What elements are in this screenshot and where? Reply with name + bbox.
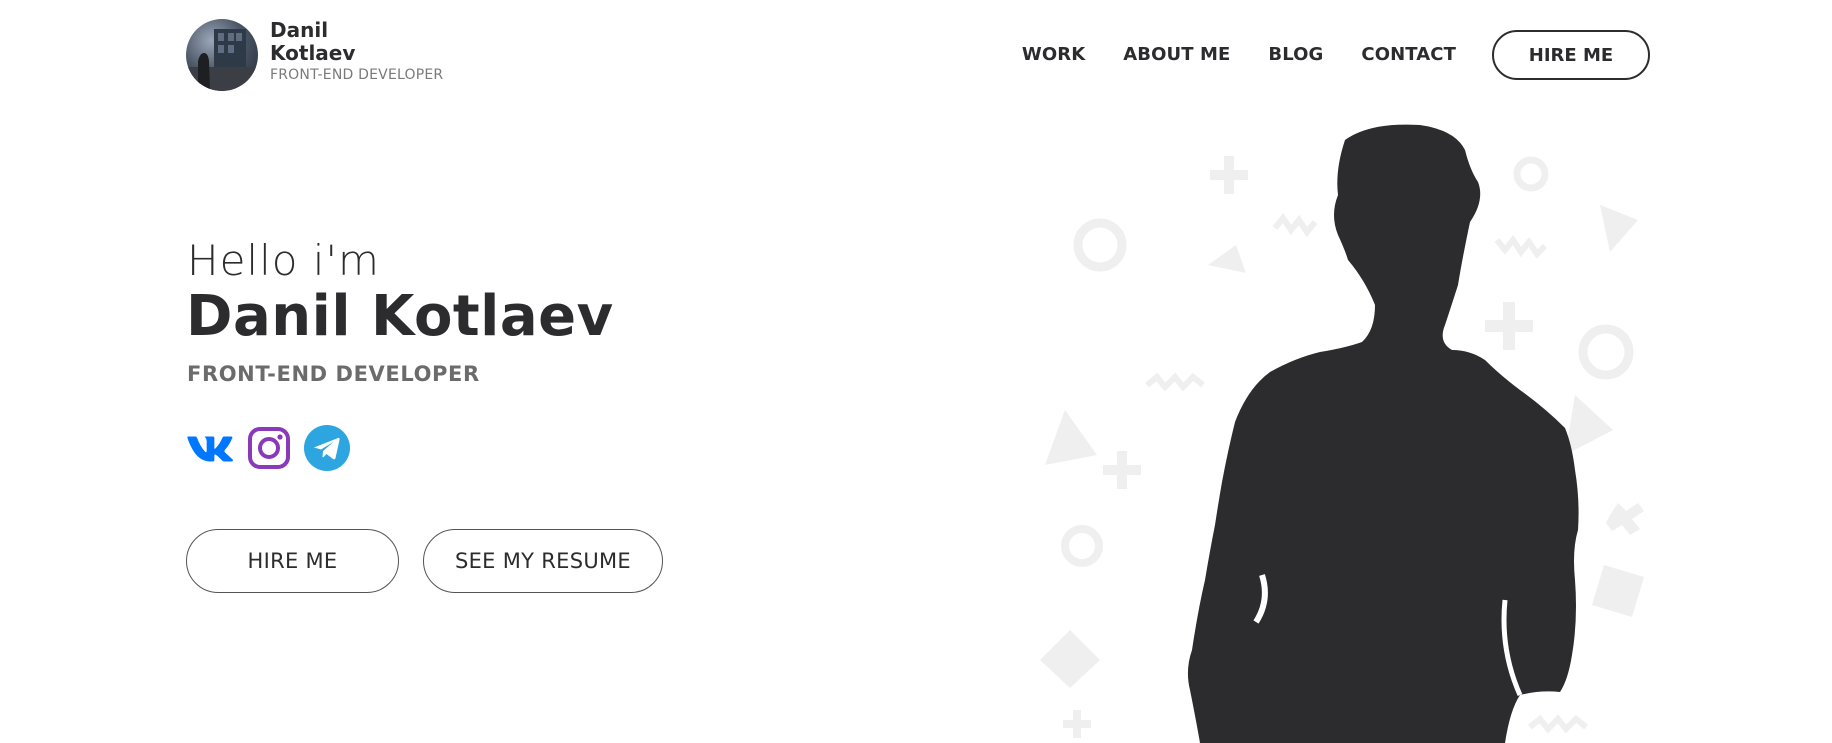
avatar xyxy=(186,19,258,91)
nav-about-me[interactable]: ABOUT ME xyxy=(1123,30,1230,80)
hero-name: Danil Kotlaev xyxy=(186,284,614,349)
instagram-icon[interactable] xyxy=(245,424,293,472)
brand[interactable]: Danil Kotlaev FRONT-END DEVELOPER xyxy=(186,19,443,91)
nav-work[interactable]: WORK xyxy=(1022,30,1085,80)
portfolio-page: Danil Kotlaev FRONT-END DEVELOPER WORK A… xyxy=(0,0,1832,743)
hero-actions: HIRE ME SEE MY RESUME xyxy=(186,529,663,593)
brand-text: Danil Kotlaev FRONT-END DEVELOPER xyxy=(270,19,443,85)
social-links xyxy=(187,424,361,472)
hire-me-button[interactable]: HIRE ME xyxy=(186,529,399,593)
hero-role: FRONT-END DEVELOPER xyxy=(187,362,480,386)
person-silhouette xyxy=(1187,124,1579,743)
nav-contact[interactable]: CONTACT xyxy=(1361,30,1456,80)
nav-blog[interactable]: BLOG xyxy=(1268,30,1323,80)
main-nav: WORK ABOUT ME BLOG CONTACT HIRE ME xyxy=(984,30,1650,80)
nav-hire-me-button[interactable]: HIRE ME xyxy=(1492,30,1650,80)
telegram-icon[interactable] xyxy=(303,424,351,472)
see-resume-button[interactable]: SEE MY RESUME xyxy=(423,529,663,593)
brand-role: FRONT-END DEVELOPER xyxy=(270,67,444,83)
vk-icon[interactable] xyxy=(187,424,235,472)
hero-illustration xyxy=(1040,124,1644,743)
hero-greeting: Hello i'm xyxy=(187,236,380,285)
brand-name: Danil Kotlaev xyxy=(270,18,356,65)
